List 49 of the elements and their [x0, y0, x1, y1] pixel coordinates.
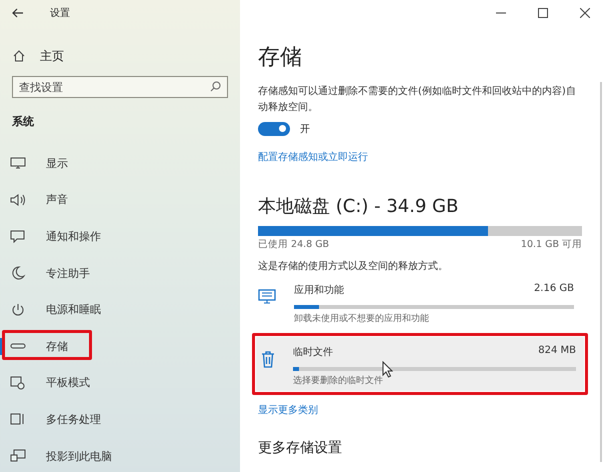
- category-size: 2.16 GB: [534, 283, 574, 296]
- disk-title: 本地磁盘 (C:) - 34.9 GB: [258, 195, 460, 218]
- search-icon: [210, 81, 221, 92]
- section-heading: 系统: [11, 114, 35, 129]
- power-icon: [10, 302, 26, 317]
- storage-category[interactable]: 临时文件 824 MB 选择要删除的临时文件: [256, 337, 584, 391]
- close-icon[interactable]: [580, 8, 590, 18]
- multitask-icon: [10, 412, 26, 426]
- back-icon[interactable]: [12, 8, 24, 18]
- show-more-link[interactable]: 显示更多类别: [258, 403, 318, 417]
- scrollbar[interactable]: [600, 82, 602, 462]
- free-space-label: 10.1 GB 可用: [520, 238, 582, 251]
- sidebar-item[interactable]: 专注助手: [0, 254, 240, 292]
- sidebar-item[interactable]: 电源和睡眠: [0, 291, 240, 328]
- projector-icon: [10, 449, 26, 464]
- sidebar-item[interactable]: 通知和操作: [0, 218, 240, 255]
- monitor-icon: [10, 156, 26, 170]
- category-hint: 选择要删除的临时文件: [293, 374, 384, 387]
- sidebar-item[interactable]: 多任务处理: [0, 401, 240, 438]
- category-name: 临时文件: [293, 346, 333, 359]
- section-heading: 更多存储设置: [258, 439, 343, 457]
- toggle-label: 开: [300, 123, 310, 136]
- moon-icon: [10, 266, 26, 280]
- category-hint: 卸载未使用或不想要的应用和功能: [294, 312, 430, 325]
- window-title: 设置: [50, 6, 70, 20]
- tablet-icon: [10, 376, 26, 390]
- configure-link[interactable]: 配置存储感知或立即运行: [258, 150, 368, 164]
- home-icon: [12, 49, 26, 63]
- sidebar-item[interactable]: 声音: [0, 182, 240, 218]
- sidebar-item[interactable]: 投影到此电脑: [0, 438, 240, 472]
- sidebar-item[interactable]: 存储: [0, 328, 240, 365]
- search-field[interactable]: 查找设置: [12, 76, 228, 98]
- sidebar-item[interactable]: 显示: [0, 145, 240, 182]
- speaker-icon: [10, 192, 26, 207]
- category-size: 824 MB: [538, 345, 576, 358]
- category-name: 应用和功能: [294, 284, 344, 297]
- maximize-icon[interactable]: [538, 8, 548, 18]
- cursor-icon: [382, 361, 393, 378]
- description-text: 存储感知可以通过删除不需要的文件(例如临时文件和回收站中的内容)自动释放空间。: [258, 84, 577, 115]
- message-icon: [10, 229, 26, 244]
- home-nav-item[interactable]: 主页: [0, 42, 92, 70]
- trash-icon: [261, 351, 275, 368]
- storage-category[interactable]: 应用和功能 2.16 GB 卸载未使用或不想要的应用和功能: [258, 275, 582, 329]
- page-title: 存储: [258, 44, 303, 72]
- used-space-label: 已使用 24.8 GB: [258, 238, 330, 251]
- toggle-switch[interactable]: [258, 122, 290, 136]
- sidebar-item[interactable]: 平板模式: [0, 364, 240, 402]
- usage-note: 这是存储的使用方式以及空间的释放方式。: [258, 260, 449, 273]
- monitor-icon: [258, 289, 276, 305]
